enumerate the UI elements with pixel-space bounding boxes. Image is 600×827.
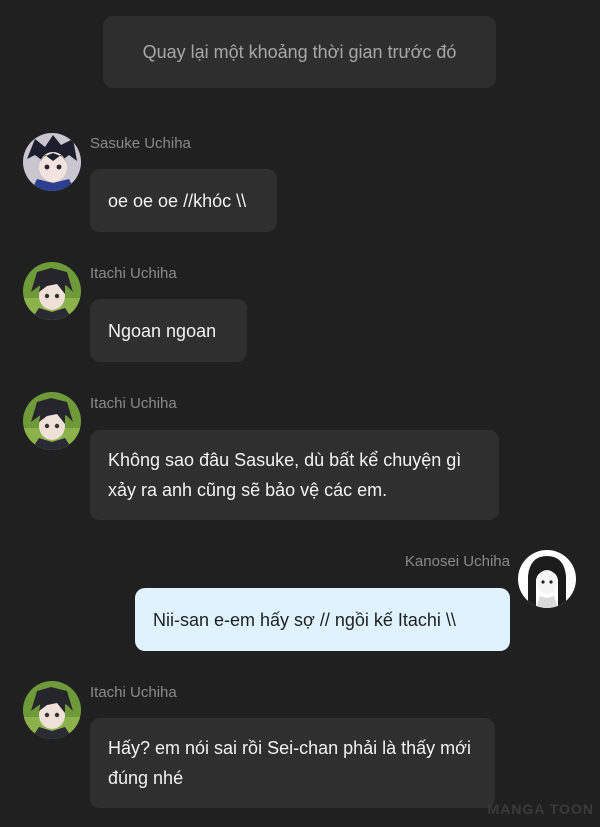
message-text: Không sao đâu Sasuke, dù bất kể chuyện g… [108,450,462,500]
sender-name: Sasuke Uchiha [90,135,191,152]
message-bubble: oe oe oe //khóc \\ [90,169,277,232]
message-bubble: Hấy? em nói sai rồi Sei-chan phải là thấ… [90,718,495,808]
sender-name: Itachi Uchiha [90,684,177,701]
message-text: oe oe oe //khóc \\ [108,190,247,211]
system-message: Quay lại một khoảng thời gian trước đó [103,16,496,88]
message-bubble: Ngoan ngoan [90,299,247,362]
itachi-avatar[interactable] [23,681,81,739]
watermark: MANGA TOON [487,801,594,817]
chat-screen: Quay lại một khoảng thời gian trước đó S… [0,0,600,827]
message-text: Nii-san e-em hấy sợ // ngồi kế Itachi \\ [153,609,456,630]
sender-name: Itachi Uchiha [90,265,177,282]
itachi-avatar[interactable] [23,262,81,320]
message-text: Hấy? em nói sai rồi Sei-chan phải là thấ… [108,738,471,788]
sasuke-avatar[interactable] [23,133,81,191]
sender-name: Itachi Uchiha [90,395,177,412]
message-text: Ngoan ngoan [108,320,217,341]
outgoing-message-bubble: Nii-san e-em hấy sợ // ngồi kế Itachi \\ [135,588,510,651]
message-bubble: Không sao đâu Sasuke, dù bất kể chuyện g… [90,430,499,520]
kanosei-avatar[interactable] [518,550,576,608]
sender-name: Kanosei Uchiha [404,553,510,570]
itachi-avatar[interactable] [23,392,81,450]
